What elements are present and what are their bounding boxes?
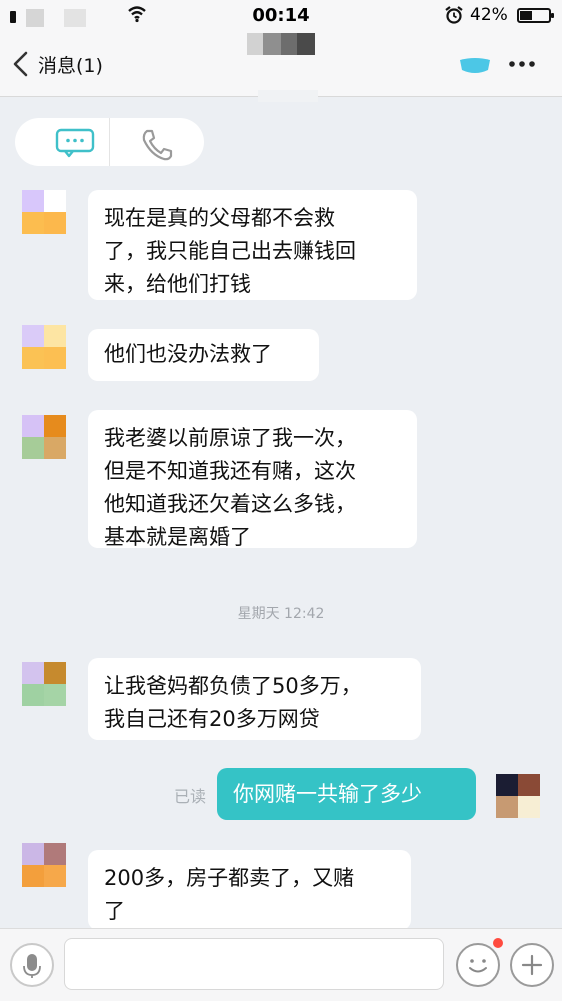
input-bar xyxy=(0,928,562,1001)
message-text: 让我爸妈都负债了50多万， 我自己还有20多万网贷 xyxy=(104,674,362,731)
profile-icon[interactable] xyxy=(458,54,492,76)
more-icon[interactable] xyxy=(507,56,537,72)
back-button[interactable]: 消息(1) xyxy=(38,51,103,78)
chat-tools xyxy=(15,118,204,166)
message-input[interactable] xyxy=(64,938,444,990)
avatar[interactable] xyxy=(22,325,66,369)
message-bubble[interactable]: 我老婆以前原谅了我一次， 但是不知道我还有赌，这次 他知道我还欠着这么多钱， 基本就是… xyxy=(88,410,417,549)
message-bubble[interactable]: 让我爸妈都负债了50多万， 我自己还有20多万网贷 xyxy=(88,658,421,740)
message-bubble[interactable]: 现在是真的父母都不会救 了，我只能自己出去赚钱回 来，给他们打钱 xyxy=(88,190,417,300)
battery-icon xyxy=(517,8,554,23)
message-text: 你网赌一共输了多少 xyxy=(233,782,422,806)
message-icon[interactable] xyxy=(55,128,95,158)
smiley-icon xyxy=(469,959,487,973)
chevron-left-icon[interactable] xyxy=(10,50,32,78)
message-text: 他们也没办法救了 xyxy=(104,342,272,366)
more-actions-button[interactable] xyxy=(510,943,554,987)
voice-button[interactable] xyxy=(10,943,54,987)
message-text: 现在是真的父母都不会救 了，我只能自己出去赚钱回 来，给他们打钱 xyxy=(104,206,356,296)
notification-dot xyxy=(493,938,503,948)
message-text: 我老婆以前原谅了我一次， 但是不知道我还有赌，这次 他知道我还欠着这么多钱， 基本就是… xyxy=(104,426,356,549)
emoji-button[interactable] xyxy=(456,943,500,987)
contact-status-blurred xyxy=(258,90,318,102)
phone-icon[interactable] xyxy=(139,128,175,162)
avatar[interactable] xyxy=(22,190,66,234)
avatar[interactable] xyxy=(22,843,66,887)
timestamp: 星期天 12:42 xyxy=(237,606,325,622)
message-text: 200多，房子都卖了，又赌了 xyxy=(104,866,355,923)
message-bubble[interactable]: 200多，房子都卖了，又赌了 xyxy=(88,850,411,930)
plus-icon xyxy=(521,954,543,976)
alarm-icon xyxy=(445,6,463,24)
avatar[interactable] xyxy=(22,415,66,459)
microphone-icon xyxy=(23,954,41,978)
avatar[interactable] xyxy=(22,662,66,706)
battery-percentage: 42% xyxy=(470,5,508,25)
my-avatar[interactable] xyxy=(496,774,540,818)
nav-bar: 消息(1) xyxy=(0,32,562,102)
read-receipt: 已读 xyxy=(174,787,207,806)
contact-name-blurred xyxy=(247,33,315,55)
message-bubble[interactable]: 他们也没办法救了 xyxy=(88,329,319,381)
my-message-bubble[interactable]: 你网赌一共输了多少 xyxy=(217,768,476,820)
status-bar: 00:14 42% xyxy=(0,0,562,32)
